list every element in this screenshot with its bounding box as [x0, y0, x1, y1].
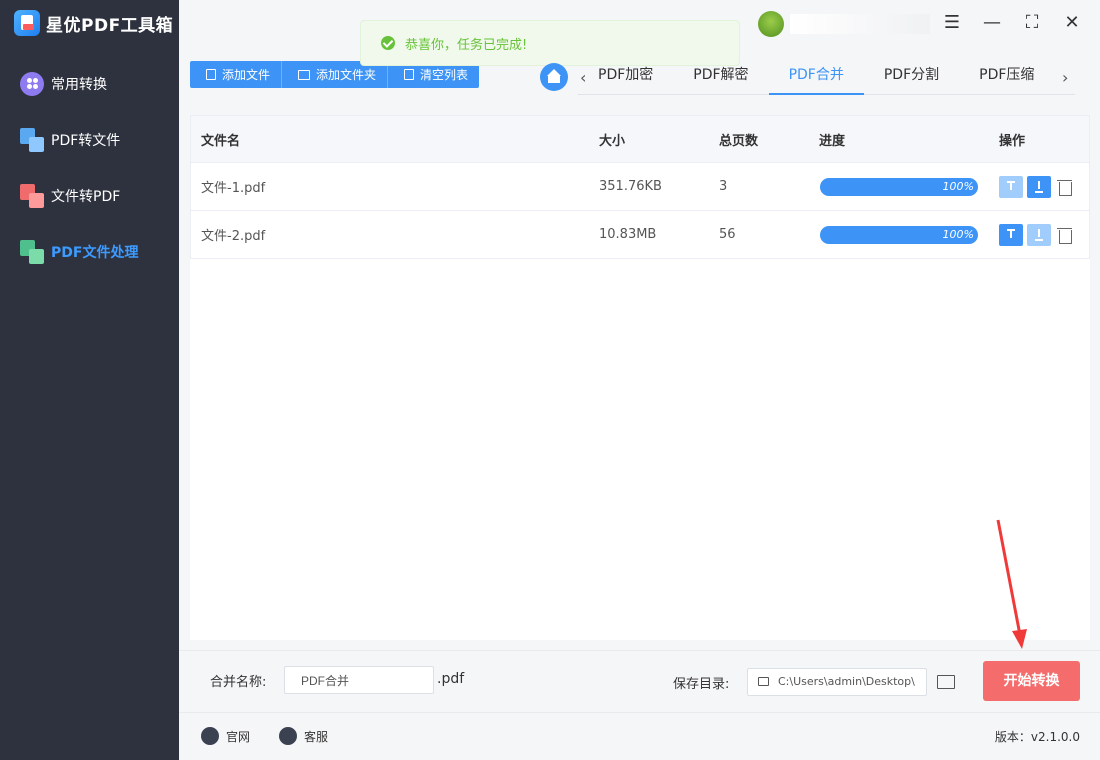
tab-pdf-split[interactable]: PDF分割 — [864, 61, 959, 95]
start-convert-button[interactable]: 开始转换 — [983, 661, 1080, 701]
app-logo-icon — [14, 10, 40, 36]
website-label: 官网 — [226, 729, 251, 744]
clear-list-label: 清空列表 — [420, 68, 469, 82]
trash-icon — [404, 69, 415, 80]
version-text: 版本：v2.1.0.0 — [994, 730, 1080, 744]
sidebar-item-file-to-pdf[interactable]: 文件转PDF — [0, 179, 179, 213]
sidebar-item-label: PDF转文件 — [51, 133, 121, 149]
delete-trash-icon[interactable] — [1057, 226, 1073, 244]
folder-small-icon — [758, 677, 769, 686]
merge-name-label: 合并名称: — [210, 675, 267, 690]
avatar[interactable] — [758, 11, 784, 37]
table-row: 文件-2.pdf 10.83MB 56 100% — [190, 211, 1090, 259]
sidebar-item-label: PDF文件处理 — [51, 245, 139, 261]
tabs-next-arrow-icon[interactable]: › — [1062, 68, 1068, 87]
merge-name-input[interactable] — [284, 666, 434, 694]
tab-pdf-decrypt[interactable]: PDF解密 — [673, 61, 768, 95]
file-to-pdf-icon — [20, 184, 44, 208]
save-dir-field[interactable]: C:\Users\admin\Desktop\ — [747, 668, 927, 696]
sidebar: 星优PDF工具箱 常用转换 PDF转文件 文件转PDF PDF文件处理 — [0, 0, 179, 760]
delete-trash-icon[interactable] — [1057, 178, 1073, 196]
file-pages: 56 — [719, 227, 736, 242]
col-name: 文件名 — [201, 133, 241, 149]
customer-service-link[interactable]: 客服 — [279, 727, 328, 745]
website-link[interactable]: 官网 — [201, 727, 250, 745]
service-label: 客服 — [304, 729, 329, 744]
pdf-to-file-icon — [20, 128, 44, 152]
grid-circle-icon — [20, 72, 44, 96]
move-down-button[interactable] — [1027, 175, 1051, 198]
table-row: 文件-1.pdf 351.76KB 3 100% — [190, 163, 1090, 211]
success-toast: 恭喜你，任务已完成! — [360, 20, 740, 66]
close-icon[interactable]: ✕ — [1061, 12, 1083, 34]
tab-pdf-compress[interactable]: PDF压缩 — [959, 61, 1054, 95]
maximize-icon[interactable]: ⛶ — [1021, 12, 1043, 34]
sidebar-item-label: 文件转PDF — [51, 189, 121, 205]
add-file-label: 添加文件 — [222, 68, 271, 82]
progress-bar: 100% — [820, 177, 978, 196]
progress-bar: 100% — [820, 225, 978, 244]
progress-text: 100% — [942, 227, 974, 241]
settings-sliders-icon[interactable]: ☰ — [941, 12, 963, 34]
sidebar-item-label: 常用转换 — [51, 77, 107, 93]
table-header: 文件名 大小 总页数 进度 操作 — [190, 115, 1090, 163]
app-title: 星优PDF工具箱 — [46, 15, 174, 36]
col-pages: 总页数 — [719, 133, 759, 149]
file-size: 351.76KB — [599, 179, 662, 194]
move-down-button[interactable] — [1027, 223, 1051, 246]
folder-icon — [298, 69, 311, 80]
footer: 官网 客服 版本：v2.1.0.0 — [179, 712, 1100, 760]
col-actions: 操作 — [999, 133, 1026, 149]
sidebar-item-pdf-to-file[interactable]: PDF转文件 — [0, 123, 179, 157]
tab-pdf-encrypt[interactable]: PDF加密 — [578, 61, 673, 95]
file-name: 文件-2.pdf — [201, 229, 266, 244]
pdf-process-icon — [20, 240, 44, 264]
file-name: 文件-1.pdf — [201, 181, 266, 196]
col-progress: 进度 — [819, 133, 846, 149]
browse-folder-icon[interactable] — [937, 675, 955, 689]
save-dir-label: 保存目录: — [673, 677, 730, 692]
home-button[interactable] — [540, 63, 568, 91]
add-folder-label: 添加文件夹 — [316, 68, 377, 82]
red-arrow-annotation — [996, 519, 1027, 649]
brand: 星优PDF工具箱 — [14, 10, 173, 36]
chat-bubble-icon — [279, 727, 297, 745]
sidebar-item-pdf-process[interactable]: PDF文件处理 — [0, 235, 179, 269]
tab-pdf-merge[interactable]: PDF合并 — [768, 61, 864, 95]
file-extension: .pdf — [437, 671, 465, 687]
file-table: 文件名 大小 总页数 进度 操作 文件-1.pdf 351.76KB 3 100… — [190, 115, 1090, 640]
add-file-button[interactable]: 添加文件 — [190, 61, 283, 88]
move-up-button[interactable] — [999, 175, 1023, 198]
save-dir-value: C:\Users\admin\Desktop\ — [778, 675, 915, 688]
col-size: 大小 — [599, 133, 626, 149]
ie-globe-icon — [201, 727, 219, 745]
minimize-icon[interactable]: — — [981, 12, 1003, 34]
user-name-blurred — [790, 14, 930, 34]
toast-message: 恭喜你，任务已完成! — [405, 37, 528, 53]
file-size: 10.83MB — [599, 227, 657, 242]
check-circle-icon — [381, 36, 395, 50]
tool-tabs: PDF加密 PDF解密 PDF合并 PDF分割 PDF压缩 — [578, 61, 1075, 95]
move-up-button[interactable] — [999, 223, 1023, 246]
file-pages: 3 — [719, 179, 728, 194]
sidebar-item-common-convert[interactable]: 常用转换 — [0, 67, 179, 101]
file-icon — [206, 69, 216, 80]
progress-text: 100% — [942, 179, 974, 193]
